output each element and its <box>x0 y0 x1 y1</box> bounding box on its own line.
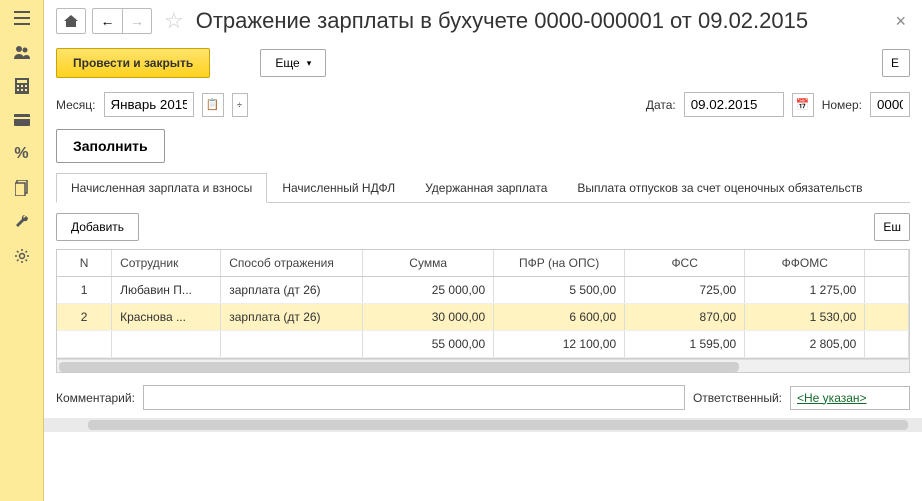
tab-ndfl[interactable]: Начисленный НДФЛ <box>267 173 410 203</box>
submit-close-button[interactable]: Провести и закрыть <box>56 48 210 78</box>
table-hscrollbar[interactable] <box>56 359 910 373</box>
col-sum[interactable]: Сумма <box>363 250 494 277</box>
number-label: Номер: <box>822 98 862 112</box>
month-picker-button[interactable]: 📋 <box>202 93 224 117</box>
back-button[interactable]: ← <box>92 8 122 34</box>
e-button[interactable]: Е <box>882 49 910 77</box>
main-panel: ← → ☆ Отражение зарплаты в бухучете 0000… <box>44 0 922 501</box>
users-icon[interactable] <box>12 42 32 62</box>
add-button[interactable]: Добавить <box>56 213 139 241</box>
comment-field[interactable] <box>143 385 685 410</box>
main-toolbar: Провести и закрыть Еще Е <box>44 38 922 88</box>
more-button[interactable]: Еще <box>260 49 326 77</box>
window-hscrollbar[interactable] <box>44 418 922 432</box>
favorite-star-icon[interactable]: ☆ <box>164 8 184 34</box>
col-extra <box>865 250 909 277</box>
col-pfr[interactable]: ПФР (на ОПС) <box>494 250 625 277</box>
wrench-icon[interactable] <box>12 212 32 232</box>
number-field[interactable] <box>870 92 910 117</box>
fill-button[interactable]: Заполнить <box>56 129 165 163</box>
calculator-icon[interactable] <box>12 76 32 96</box>
table-row[interactable]: 2 Краснова ... зарплата (дт 26) 30 000,0… <box>57 304 909 331</box>
month-label: Месяц: <box>56 98 96 112</box>
footer-row: Комментарий: Ответственный: <Не указан> <box>44 373 922 418</box>
close-button[interactable]: × <box>891 11 910 32</box>
tab-salary-contributions[interactable]: Начисленная зарплата и взносы <box>56 173 267 203</box>
percent-icon[interactable]: % <box>12 144 32 164</box>
forward-button[interactable]: → <box>122 8 152 34</box>
col-method[interactable]: Способ отражения <box>221 250 363 277</box>
col-ffoms[interactable]: ФФОМС <box>745 250 865 277</box>
tab-vacation-payout[interactable]: Выплата отпусков за счет оценочных обяза… <box>562 173 877 203</box>
date-label: Дата: <box>646 98 676 112</box>
tab-more-button[interactable]: Еш <box>874 213 910 241</box>
date-field[interactable] <box>684 92 784 117</box>
date-picker-button[interactable]: 📅 <box>792 93 814 117</box>
responsible-label: Ответственный: <box>693 391 782 405</box>
page-title: Отражение зарплаты в бухучете 0000-00000… <box>196 8 808 34</box>
topbar: ← → ☆ Отражение зарплаты в бухучете 0000… <box>44 0 922 38</box>
col-employee[interactable]: Сотрудник <box>112 250 221 277</box>
home-button[interactable] <box>56 8 86 34</box>
tab-toolbar: Добавить Еш <box>44 203 922 245</box>
month-field[interactable] <box>104 92 194 117</box>
month-stepper[interactable]: ÷ <box>232 93 248 117</box>
tabs: Начисленная зарплата и взносы Начисленны… <box>56 173 910 203</box>
table-totals-row: 55 000,00 12 100,00 1 595,00 2 805,00 <box>57 331 909 358</box>
table-header-row: N Сотрудник Способ отражения Сумма ПФР (… <box>57 250 909 277</box>
data-table: N Сотрудник Способ отражения Сумма ПФР (… <box>56 249 910 359</box>
tab-withheld[interactable]: Удержанная зарплата <box>410 173 562 203</box>
table-row[interactable]: 1 Любавин П... зарплата (дт 26) 25 000,0… <box>57 277 909 304</box>
fields-row: Месяц: 📋 ÷ Дата: 📅 Номер: <box>44 88 922 127</box>
menu-icon[interactable] <box>12 8 32 28</box>
gear-icon[interactable] <box>12 246 32 266</box>
col-fss[interactable]: ФСС <box>625 250 745 277</box>
documents-icon[interactable] <box>12 178 32 198</box>
responsible-field[interactable]: <Не указан> <box>790 386 910 410</box>
card-icon[interactable] <box>12 110 32 130</box>
sidebar: % <box>0 0 44 501</box>
comment-label: Комментарий: <box>56 391 135 405</box>
col-n[interactable]: N <box>57 250 112 277</box>
